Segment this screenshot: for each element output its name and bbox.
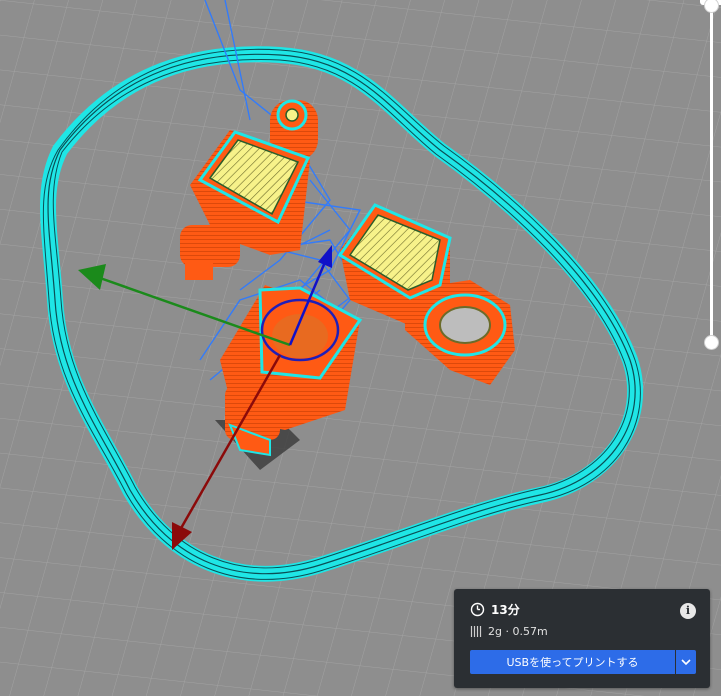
filament-icon: [470, 626, 482, 637]
print-time: 13分: [491, 603, 520, 617]
chevron-down-icon: [681, 658, 691, 665]
info-icon[interactable]: i: [680, 603, 696, 619]
material-usage-row: 2g · 0.57m: [470, 625, 548, 638]
clock-icon: [470, 602, 485, 617]
material-usage: 2g · 0.57m: [488, 625, 548, 638]
print-button-label: USBを使ってプリントする: [506, 656, 639, 669]
print-info-panel: 13分 i 2g · 0.57m USBを使ってプリントする: [454, 589, 710, 688]
layer-slider-track[interactable]: [710, 6, 713, 344]
layer-slider-bottom-handle[interactable]: [704, 335, 719, 350]
print-options-dropdown-button[interactable]: [676, 650, 696, 674]
print-via-usb-button[interactable]: USBを使ってプリントする: [470, 650, 675, 674]
print-time-row: 13分: [470, 601, 520, 618]
